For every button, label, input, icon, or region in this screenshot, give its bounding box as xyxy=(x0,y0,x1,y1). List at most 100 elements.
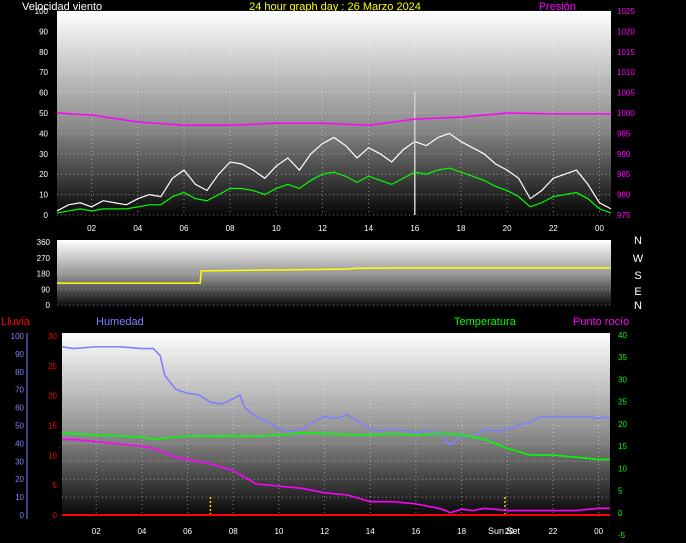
y-tick-label: 30 xyxy=(15,457,24,466)
temperature-label: Temperatura xyxy=(454,316,517,328)
y-tick-label: 5 xyxy=(618,487,623,496)
y-tick-label: 30 xyxy=(48,332,57,341)
wind-time-axis: 02 04 06 08 10 12 14 16 18 20 22 00 xyxy=(87,224,604,233)
x-tick-label: 16 xyxy=(410,224,419,233)
x-tick-label: 08 xyxy=(226,224,235,233)
y-tick-label: 40 xyxy=(618,331,627,340)
x-tick-label: 06 xyxy=(183,527,192,536)
y-tick-label: 10 xyxy=(15,493,24,502)
x-tick-label: 16 xyxy=(411,527,420,536)
y-tick-label: 50 xyxy=(39,109,48,118)
y-tick-label: 270 xyxy=(37,254,51,263)
y-tick-label: 40 xyxy=(39,129,48,138)
y-tick-label: 980 xyxy=(617,191,631,200)
y-tick-label: 100 xyxy=(35,7,49,16)
y-tick-label: 0 xyxy=(20,511,25,520)
y-tick-label: 0 xyxy=(46,301,51,310)
wind-speed-axis: 0 10 20 30 40 50 60 70 80 90 100 xyxy=(35,7,49,220)
y-tick-label: 1000 xyxy=(617,109,635,118)
x-tick-label: 10 xyxy=(272,224,281,233)
x-tick-label: 22 xyxy=(548,527,557,536)
y-tick-label: 35 xyxy=(618,353,627,362)
y-tick-label: 50 xyxy=(15,422,24,431)
weather-graph: Velocidad viento 24 hour graph day : 26 … xyxy=(1,1,644,540)
temperature-axis: -5 0 5 10 15 20 25 30 35 40 xyxy=(618,331,627,540)
y-tick-label: 40 xyxy=(15,439,24,448)
y-tick-label: 0 xyxy=(44,211,49,220)
x-tick-label: 08 xyxy=(229,527,238,536)
pressure-axis: 975 980 985 990 995 1000 1005 1010 1015 1020 1025 xyxy=(617,7,635,220)
y-tick-label: 10 xyxy=(39,191,48,200)
wind-pressure-panel: 0102030405060708090100 97598098599099510… xyxy=(35,7,636,233)
y-tick-label: -5 xyxy=(618,531,626,540)
y-tick-label: 60 xyxy=(15,404,24,413)
humidity-plot-area xyxy=(62,333,610,519)
compass-label: N xyxy=(634,300,642,312)
y-tick-label: 20 xyxy=(39,170,48,179)
y-tick-label: 90 xyxy=(39,27,48,36)
x-tick-label: 14 xyxy=(364,224,373,233)
y-tick-label: 1015 xyxy=(617,48,635,57)
compass-label: N xyxy=(634,235,642,247)
y-tick-label: 990 xyxy=(617,150,631,159)
rain-axis: 0 5 10 15 20 25 30 xyxy=(48,332,57,520)
compass-label: W xyxy=(633,253,644,265)
x-tick-label: 04 xyxy=(137,527,146,536)
y-tick-label: 20 xyxy=(15,475,24,484)
compass-labels: N W S E N xyxy=(633,235,644,312)
y-tick-label: 1005 xyxy=(617,89,635,98)
y-tick-label: 70 xyxy=(39,68,48,77)
y-tick-label: 20 xyxy=(618,420,627,429)
y-tick-label: 985 xyxy=(617,170,631,179)
sunset-label: Sun Set xyxy=(488,526,521,536)
y-tick-label: 1025 xyxy=(617,7,635,16)
x-tick-label: 20 xyxy=(503,224,512,233)
humidity-temperature-panel: 0 10 20 30 40 50 60 70 80 90 100 0 5 10 15 20 25 30 -5 0 5… xyxy=(11,331,628,540)
y-tick-label: 995 xyxy=(617,129,631,138)
y-tick-label: 70 xyxy=(15,386,24,395)
compass-label: E xyxy=(634,286,641,298)
x-tick-label: 18 xyxy=(457,527,466,536)
y-tick-label: 5 xyxy=(53,481,58,490)
x-tick-label: 18 xyxy=(457,224,466,233)
x-tick-label: 14 xyxy=(366,527,375,536)
y-tick-label: 10 xyxy=(618,464,627,473)
y-tick-label: 360 xyxy=(37,238,51,247)
humidity-label: Humedad xyxy=(96,316,144,328)
x-tick-label: 22 xyxy=(549,224,558,233)
y-tick-label: 60 xyxy=(39,89,48,98)
humidity-axis: 0 10 20 30 40 50 60 70 80 90 100 xyxy=(11,332,28,520)
direction-axis: 360 270 180 90 0 xyxy=(37,238,51,310)
humidity-time-axis: 02 04 06 08 10 12 14 16 18 22 0020 xyxy=(92,527,604,536)
y-tick-label: 100 xyxy=(11,332,25,341)
x-tick-label: 00 xyxy=(594,527,603,536)
y-tick-label: 180 xyxy=(37,270,51,279)
x-tick-label: 12 xyxy=(320,527,329,536)
compass-label: S xyxy=(634,270,641,282)
x-tick-label: 12 xyxy=(318,224,327,233)
x-tick-label: 10 xyxy=(274,527,283,536)
rain-label: Lluvia xyxy=(1,316,31,328)
y-tick-label: 975 xyxy=(617,211,631,220)
y-tick-label: 0 xyxy=(53,511,58,520)
y-tick-label: 20 xyxy=(48,392,57,401)
y-tick-label: 1010 xyxy=(617,68,635,77)
y-tick-label: 1020 xyxy=(617,27,635,36)
y-tick-label: 90 xyxy=(15,350,24,359)
y-tick-label: 25 xyxy=(618,398,627,407)
wind-direction-panel: 360 270 180 90 0 N W S E N xyxy=(37,235,644,312)
y-tick-label: 80 xyxy=(15,368,24,377)
x-tick-label: 00 xyxy=(595,224,604,233)
x-tick-label: 02 xyxy=(92,527,101,536)
x-tick-label: 06 xyxy=(180,224,189,233)
y-tick-label: 90 xyxy=(41,285,50,294)
y-tick-label: 15 xyxy=(48,422,57,431)
x-tick-label: 02 xyxy=(87,224,96,233)
dewpoint-label: Punto rocío xyxy=(573,316,629,328)
y-tick-label: 10 xyxy=(48,451,57,460)
y-tick-label: 15 xyxy=(618,442,627,451)
y-tick-label: 30 xyxy=(618,375,627,384)
y-tick-label: 80 xyxy=(39,48,48,57)
wind-plot-area xyxy=(57,11,611,219)
y-tick-label: 30 xyxy=(39,150,48,159)
